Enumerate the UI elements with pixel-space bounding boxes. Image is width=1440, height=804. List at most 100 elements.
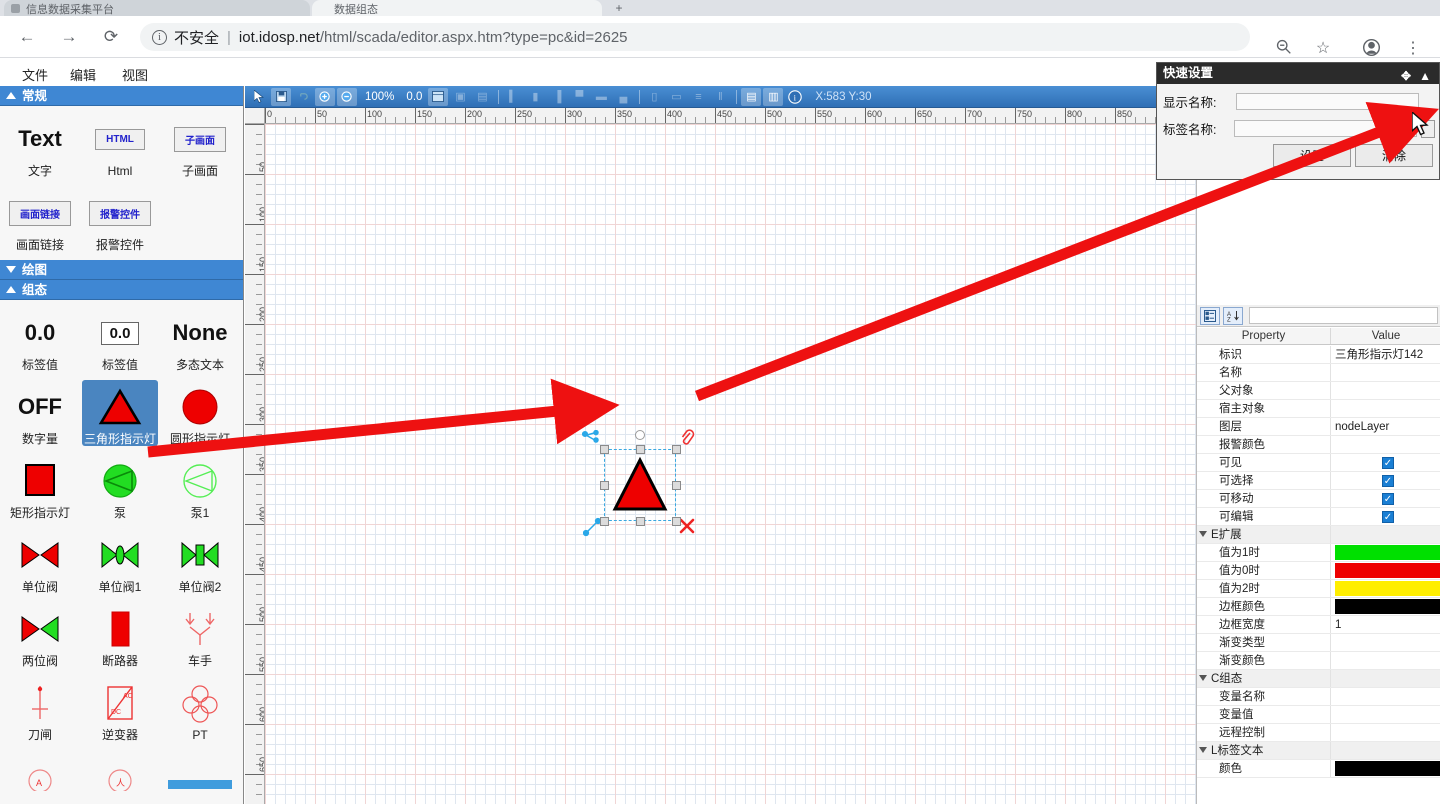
zoom-out-icon[interactable] — [1272, 38, 1294, 60]
back-button[interactable]: ← — [14, 24, 40, 50]
palette-item-breaker[interactable]: 断路器 — [82, 602, 158, 668]
menu-file[interactable]: 文件 — [16, 63, 54, 86]
resize-handle-nw[interactable] — [600, 445, 609, 454]
zoom-out-tool-icon[interactable] — [337, 88, 357, 106]
property-value[interactable] — [1331, 652, 1440, 669]
forward-button[interactable]: → — [56, 24, 82, 50]
palette-item-two-position-valve[interactable]: 两位阀 — [2, 602, 78, 668]
set-button[interactable]: 设置 — [1273, 144, 1351, 167]
menu-edit[interactable]: 编辑 — [64, 63, 102, 86]
rotate-knob-icon[interactable] — [635, 430, 645, 440]
property-row[interactable]: 可见✓ — [1197, 454, 1440, 472]
palette-item-pump[interactable]: 泵 — [82, 454, 158, 520]
property-value[interactable] — [1331, 562, 1440, 579]
same-width-icon[interactable]: ▯ — [644, 88, 664, 106]
property-row[interactable]: 远程控制 — [1197, 724, 1440, 742]
property-row[interactable]: 标识三角形指示灯142 — [1197, 346, 1440, 364]
property-row[interactable]: E扩展 — [1197, 526, 1440, 544]
palette-item-triangle-lamp[interactable]: 三角形指示灯 — [82, 380, 158, 446]
property-value[interactable]: ✓ — [1331, 472, 1440, 489]
select-tool-icon[interactable] — [249, 88, 269, 106]
browser-menu-icon[interactable]: ⋮ — [1402, 38, 1424, 58]
palette-item-extra-1[interactable]: A — [2, 750, 78, 800]
align-bottom-icon[interactable]: ▄ — [613, 88, 633, 106]
bookmark-star-icon[interactable]: ☆ — [1312, 38, 1334, 58]
align-top-icon[interactable]: ▀ — [569, 88, 589, 106]
resize-handle-sw[interactable] — [600, 517, 609, 526]
group-tool-icon[interactable]: ▣ — [450, 88, 470, 106]
browser-tab-1[interactable]: 信息数据采集平台 — [4, 0, 310, 16]
property-value[interactable] — [1331, 760, 1440, 777]
palette-group-drawing[interactable]: 绘图 — [0, 260, 244, 280]
checkbox-checked-icon[interactable]: ✓ — [1382, 457, 1394, 469]
categorize-icon[interactable] — [1200, 307, 1220, 325]
property-row[interactable]: 渐变颜色 — [1197, 652, 1440, 670]
property-row[interactable]: L标签文本 — [1197, 742, 1440, 760]
property-value[interactable] — [1331, 724, 1440, 741]
color-swatch[interactable] — [1335, 581, 1440, 596]
color-swatch[interactable] — [1335, 761, 1440, 776]
info-icon[interactable]: i — [152, 30, 167, 45]
property-value[interactable]: nodeLayer — [1331, 418, 1440, 435]
checkbox-checked-icon[interactable]: ✓ — [1382, 475, 1394, 487]
align-right-icon[interactable]: ▐ — [547, 88, 567, 106]
palette-item-tag-value-text[interactable]: 0.0 标签值 — [2, 306, 78, 372]
property-row[interactable]: C组态 — [1197, 670, 1440, 688]
move-resize-icon[interactable]: ✥ — [1401, 66, 1411, 87]
send-back-icon[interactable]: ▥ — [763, 88, 783, 106]
palette-item-rect-lamp[interactable]: 矩形指示灯 — [2, 454, 78, 520]
chevron-down-icon[interactable] — [1199, 531, 1207, 537]
ungroup-tool-icon[interactable]: ▤ — [472, 88, 492, 106]
palette-item-html[interactable]: HTML Html — [82, 112, 158, 178]
info-tool-icon[interactable]: i — [785, 88, 805, 106]
resize-handle-se[interactable] — [672, 517, 681, 526]
palette-item-handcart[interactable]: 车手 — [162, 602, 238, 668]
triangle-shape[interactable] — [612, 456, 668, 514]
palette-item-extra-2[interactable]: 人 — [82, 750, 158, 800]
property-row[interactable]: 值为0时 — [1197, 562, 1440, 580]
grid-tool-icon[interactable] — [428, 88, 448, 106]
bring-front-icon[interactable]: ▤ — [741, 88, 761, 106]
palette-item-valve2[interactable]: 单位阀2 — [162, 528, 238, 594]
checkbox-checked-icon[interactable]: ✓ — [1382, 511, 1394, 523]
property-value[interactable] — [1331, 634, 1440, 651]
distribute-v-icon[interactable]: ‖ — [710, 88, 730, 106]
palette-item-page-link[interactable]: 画面链接 画面链接 — [2, 186, 78, 252]
design-canvas[interactable] — [265, 124, 1196, 804]
align-middle-v-icon[interactable]: ▬ — [591, 88, 611, 106]
palette-item-multistate-text[interactable]: None 多态文本 — [162, 306, 238, 372]
palette-item-pump1[interactable]: 泵1 — [162, 454, 238, 520]
menu-view[interactable]: 视图 — [116, 63, 154, 86]
property-value[interactable]: ✓ — [1331, 508, 1440, 525]
property-value[interactable] — [1331, 670, 1440, 687]
property-value[interactable] — [1331, 400, 1440, 417]
property-filter-input[interactable] — [1249, 307, 1438, 324]
collapse-icon[interactable]: ▲ — [1419, 66, 1431, 87]
palette-item-circle-lamp[interactable]: 圆形指示灯 — [162, 380, 238, 446]
property-value[interactable] — [1331, 706, 1440, 723]
property-value[interactable] — [1331, 688, 1440, 705]
color-swatch[interactable] — [1335, 599, 1440, 614]
undo-tool-icon[interactable] — [293, 88, 313, 106]
property-value[interactable] — [1331, 526, 1440, 543]
property-row[interactable]: 图层nodeLayer — [1197, 418, 1440, 436]
property-row[interactable]: 边框宽度1 — [1197, 616, 1440, 634]
property-row[interactable]: 可移动✓ — [1197, 490, 1440, 508]
property-value[interactable]: 三角形指示灯142 — [1331, 346, 1440, 363]
resize-handle-w[interactable] — [600, 481, 609, 490]
distribute-h-icon[interactable]: ≡ — [688, 88, 708, 106]
property-row[interactable]: 变量名称 — [1197, 688, 1440, 706]
property-value[interactable] — [1331, 382, 1440, 399]
color-swatch[interactable] — [1335, 545, 1440, 560]
property-value[interactable]: ✓ — [1331, 454, 1440, 471]
property-row[interactable]: 宿主对象 — [1197, 400, 1440, 418]
display-name-input[interactable] — [1236, 93, 1419, 110]
palette-item-digital[interactable]: OFF 数字量 — [2, 380, 78, 446]
property-value[interactable]: 1 — [1331, 616, 1440, 633]
property-row[interactable]: 边框颜色 — [1197, 598, 1440, 616]
new-tab-button[interactable]: + — [608, 2, 630, 16]
resize-handle-e[interactable] — [672, 481, 681, 490]
zoom-in-tool-icon[interactable] — [315, 88, 335, 106]
property-row[interactable]: 父对象 — [1197, 382, 1440, 400]
property-row[interactable]: 报警颜色 — [1197, 436, 1440, 454]
